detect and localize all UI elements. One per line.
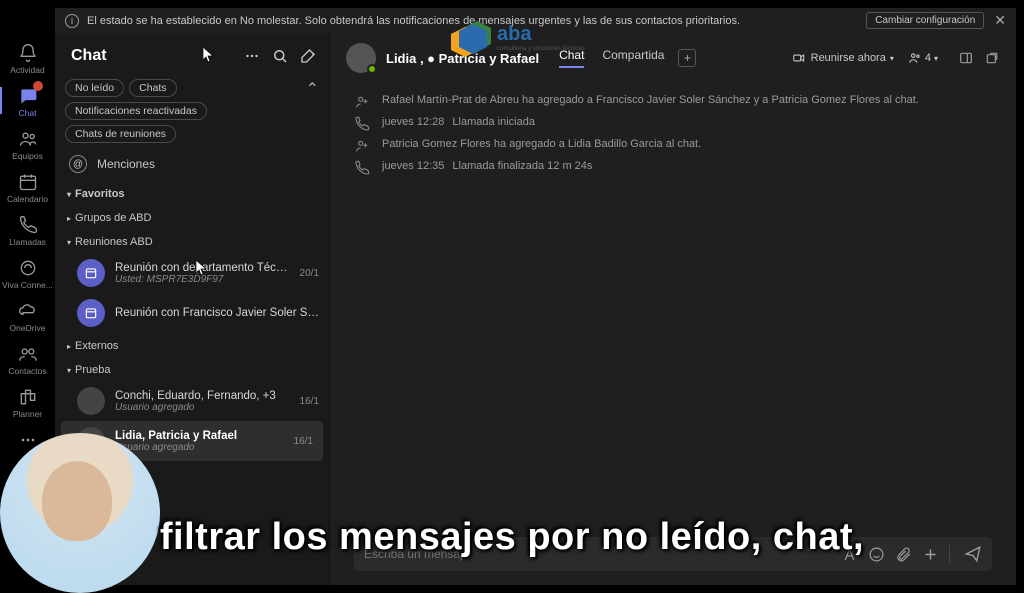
chat-title: Reunión con Francisco Javier Soler Sán..… — [115, 307, 319, 319]
panel-icon[interactable] — [958, 50, 974, 66]
rail-label: Llamadas — [9, 237, 46, 247]
section-reuniones[interactable]: ▾Reuniones ABD — [55, 229, 329, 253]
chip-chats[interactable]: Chats — [129, 79, 176, 97]
rail-label: Chat — [19, 108, 37, 118]
rail-label: OneDrive — [10, 323, 46, 333]
chat-sub: Usuario agregado — [115, 402, 294, 413]
chat-title: Reunión con departamento Técni... — [115, 262, 294, 274]
rail-contactos[interactable]: Contactos — [0, 337, 55, 380]
chip-noleido[interactable]: No leído — [65, 79, 124, 97]
system-msg: jueves 12:35 Llamada finalizada 12 m 24s — [354, 157, 992, 179]
mentions-row[interactable]: @ Menciones — [55, 147, 329, 181]
format-icon[interactable] — [841, 546, 858, 563]
section-favoritos[interactable]: ▾Favoritos — [55, 181, 329, 205]
rail-label: Actividad — [10, 65, 45, 75]
chat-participants-names: Lidia , ● Patricia y Rafael — [386, 51, 539, 66]
rail-label: Equipos — [12, 151, 43, 161]
plus-icon[interactable] — [922, 546, 939, 563]
info-icon: i — [65, 14, 79, 28]
section-grupos[interactable]: ▸Grupos de ABD — [55, 205, 329, 229]
rail-equipos[interactable]: Equipos — [0, 122, 55, 165]
emoji-icon[interactable] — [868, 546, 885, 563]
mention-icon: @ — [69, 155, 87, 173]
meeting-avatar-icon — [77, 259, 105, 287]
dnd-banner: i El estado se ha establecido en No mole… — [55, 8, 1016, 33]
rail-planner[interactable]: Planner — [0, 380, 55, 423]
presenter-avatar — [0, 433, 160, 593]
mentions-label: Menciones — [97, 157, 155, 171]
chat-sub: Usted: MSPR7E3D9F97 — [115, 274, 294, 285]
rail-viva[interactable]: Viva Conne... — [0, 251, 55, 294]
chat-header: Lidia , ● Patricia y Rafael Chat Compart… — [330, 33, 1016, 83]
change-config-button[interactable]: Cambiar configuración — [866, 12, 984, 29]
chat-sub: Usuario agregado — [115, 442, 288, 453]
chat-badge — [33, 81, 43, 91]
chat-row-reunion1[interactable]: Reunión con departamento Técni... Usted:… — [55, 253, 329, 293]
meeting-avatar-icon — [77, 299, 105, 327]
rail-chat[interactable]: Chat — [0, 79, 55, 122]
chat-avatar — [346, 43, 376, 73]
person-add-icon — [354, 94, 370, 110]
chat-date: 16/1 — [300, 396, 319, 407]
chat-date: 20/1 — [300, 268, 319, 279]
filter-chips: No leído Chats Notificaciones reactivada… — [55, 75, 329, 147]
collapse-chips-icon[interactable]: ⌃ — [306, 79, 319, 99]
phone-icon — [354, 160, 370, 176]
add-tab-button[interactable]: + — [678, 49, 696, 67]
system-msg: Rafael Martín-Prat de Abreu ha agregado … — [354, 91, 992, 113]
rail-calendario[interactable]: Calendario — [0, 165, 55, 208]
chat-date: 16/1 — [294, 436, 313, 447]
chip-notificaciones[interactable]: Notificaciones reactivadas — [65, 102, 207, 120]
presence-dot — [367, 64, 377, 74]
tab-compartida[interactable]: Compartida — [602, 48, 664, 68]
group-avatar-icon — [77, 387, 105, 415]
rail-label: Viva Conne... — [2, 280, 53, 290]
send-icon[interactable] — [964, 545, 982, 563]
popout-icon[interactable] — [984, 50, 1000, 66]
banner-text: El estado se ha establecido en No molest… — [87, 15, 740, 27]
rail-label: Calendario — [7, 194, 48, 204]
chat-row-prueba1[interactable]: Conchi, Eduardo, Fernando, +3 Usuario ag… — [55, 381, 329, 421]
chat-content: Lidia , ● Patricia y Rafael Chat Compart… — [330, 33, 1016, 585]
compose-input[interactable] — [364, 547, 831, 561]
chat-tabs: Chat Compartida — [559, 48, 664, 68]
attach-icon[interactable] — [895, 546, 912, 563]
section-externos[interactable]: ▸Externos — [55, 333, 329, 357]
rail-label: Contactos — [8, 366, 46, 376]
message-area: Rafael Martín-Prat de Abreu ha agregado … — [330, 83, 1016, 527]
chat-title: Conchi, Eduardo, Fernando, +3 — [115, 390, 294, 402]
app-window: i El estado se ha establecido en No mole… — [55, 8, 1016, 585]
tab-chat[interactable]: Chat — [559, 48, 584, 68]
chip-chatsreuniones[interactable]: Chats de reuniones — [65, 125, 176, 143]
more-icon[interactable] — [243, 47, 261, 65]
banner-close-icon[interactable]: ✕ — [994, 12, 1006, 29]
phone-icon — [354, 116, 370, 132]
rail-llamadas[interactable]: Llamadas — [0, 208, 55, 251]
filter-icon[interactable] — [271, 47, 289, 65]
chat-row-reunion2[interactable]: Reunión con Francisco Javier Soler Sán..… — [55, 293, 329, 333]
rail-label: Planner — [13, 409, 42, 419]
pane-title: Chat — [71, 47, 233, 65]
compose-box[interactable] — [354, 537, 992, 571]
system-msg: jueves 12:28 Llamada iniciada — [354, 113, 992, 135]
system-msg: Patricia Gomez Flores ha agregado a Lidi… — [354, 135, 992, 157]
rail-onedrive[interactable]: OneDrive — [0, 294, 55, 337]
meet-now-button[interactable]: Reunirse ahora ▾ — [792, 51, 894, 65]
new-chat-icon[interactable] — [299, 47, 317, 65]
participants-count[interactable]: 4 ▾ — [908, 51, 938, 65]
chat-title: Lidia, Patricia y Rafael — [115, 430, 288, 442]
rail-actividad[interactable]: Actividad — [0, 36, 55, 79]
section-prueba[interactable]: ▾Prueba — [55, 357, 329, 381]
person-add-icon — [354, 138, 370, 154]
